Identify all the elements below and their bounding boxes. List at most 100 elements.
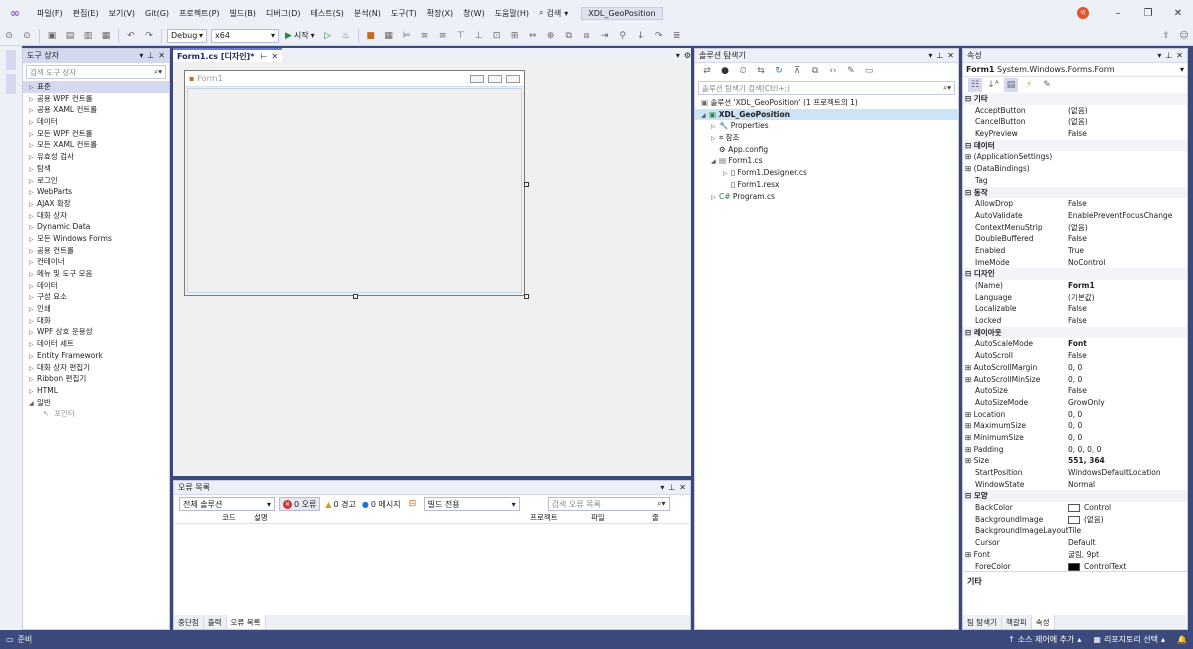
settings-icon[interactable]: ⚙ — [684, 51, 691, 60]
toolbox-category[interactable]: ▷ 모든 Windows Forms — [23, 233, 169, 245]
toolbox-category[interactable]: ▷ HTML — [23, 385, 169, 397]
property-row[interactable]: Locked False — [963, 315, 1187, 327]
property-row[interactable]: BackColor Control — [963, 502, 1187, 514]
toolbox-category[interactable]: ▷ Dynamic Data — [23, 221, 169, 233]
close-icon[interactable]: ✕ — [158, 51, 165, 60]
expand-icon[interactable]: ⊞ — [965, 410, 974, 419]
expand-icon[interactable]: ⊞ — [965, 375, 974, 384]
solution-node[interactable]: ▣ 솔루션 'XDL_GeoPosition' (1 프로젝트의 1) — [695, 97, 958, 109]
dropdown-icon[interactable]: ▾ — [676, 51, 680, 60]
search-menu[interactable]: ⌕ 검색 ▾ — [534, 8, 573, 19]
live-share-icon[interactable]: ⇪ — [1159, 29, 1173, 43]
switch-views-icon[interactable]: ⇆ — [754, 64, 768, 78]
menu-item[interactable]: 편집(E) — [68, 8, 104, 19]
close-button[interactable]: ✕ — [1163, 8, 1193, 19]
config-combo[interactable]: Debug ▾ — [167, 28, 207, 43]
resize-handle-right[interactable] — [524, 182, 529, 187]
property-category[interactable]: ⊟ 레이아웃 — [963, 326, 1187, 339]
menu-item[interactable]: 분석(N) — [349, 8, 386, 19]
property-row[interactable]: AutoValidate EnablePreventFocusChange — [963, 210, 1187, 222]
toolbox-category[interactable]: ▷ Entity Framework — [23, 350, 169, 362]
notification-icon[interactable]: 🔔 — [1177, 635, 1187, 644]
menu-item[interactable]: 프로젝트(P) — [174, 8, 225, 19]
customize-icon[interactable]: ≣ — [670, 29, 684, 43]
property-row[interactable]: (Name) Form1 — [963, 280, 1187, 292]
error-scope-combo[interactable]: 전체 솔루션 ▾ — [179, 497, 275, 511]
minimize-button[interactable]: – — [1103, 8, 1133, 19]
start-button[interactable]: ▶ 시작 ▾ — [285, 30, 315, 41]
expand-icon[interactable]: ⊞ — [965, 164, 974, 173]
tab-order-icon[interactable]: ⇥ — [598, 29, 612, 43]
align-top-icon[interactable]: ⊤ — [454, 29, 468, 43]
property-row[interactable]: AutoScaleMode Font — [963, 338, 1187, 350]
restore-button[interactable]: ❐ — [1133, 8, 1163, 19]
collapse-icon[interactable]: ⊟ — [965, 491, 974, 500]
pin-icon[interactable]: ⊥ — [668, 483, 675, 492]
refresh-icon[interactable]: ↻ — [772, 64, 786, 78]
back-icon[interactable]: ⊙ — [2, 29, 16, 43]
center-icon[interactable]: ⊕ — [544, 29, 558, 43]
events-icon[interactable]: ⚡ — [1022, 78, 1036, 92]
grid-icon[interactable]: ⊞ — [508, 29, 522, 43]
property-row[interactable]: ⊞ MaximumSize 0, 0 — [963, 420, 1187, 432]
categorized-icon[interactable]: ☷ — [968, 78, 982, 92]
toolbox-category[interactable]: ▷ 대화 상자 — [23, 210, 169, 222]
form1-designer-window[interactable]: ▪ Form1 — [184, 70, 525, 296]
bring-front-icon[interactable]: ⧉ — [562, 29, 576, 43]
property-row[interactable]: AutoScroll False — [963, 350, 1187, 362]
pin-icon[interactable]: ⊥ — [147, 51, 154, 60]
toolbox-category[interactable]: ▷ 표준 — [23, 81, 169, 93]
column-code[interactable]: 코드 — [222, 512, 254, 523]
column-file[interactable]: 파일 — [591, 512, 652, 523]
toolbox-category[interactable]: ▷ 데이터 세트 — [23, 338, 169, 350]
property-row[interactable]: ⊞ MinimumSize 0, 0 — [963, 432, 1187, 444]
sync-icon[interactable]: ⇄ — [700, 64, 714, 78]
menu-item[interactable]: 보기(V) — [104, 8, 140, 19]
close-icon[interactable]: ✕ — [271, 52, 278, 61]
menu-item[interactable]: 창(W) — [458, 8, 490, 19]
alphabetical-icon[interactable]: ↓ᴬ — [986, 78, 1000, 92]
resize-handle-bottom[interactable] — [353, 294, 358, 299]
tab-error-list[interactable]: 오류 목록 — [226, 615, 266, 629]
property-category[interactable]: ⊟ 데이터 — [963, 139, 1187, 152]
property-row[interactable]: DoubleBuffered False — [963, 233, 1187, 245]
expand-icon[interactable]: ⊞ — [965, 433, 974, 442]
toolbox-category[interactable]: ▷ 인쇄 — [23, 303, 169, 315]
error-list-search-input[interactable]: 검색 오류 목록 ⌕▾ — [547, 497, 670, 511]
property-category[interactable]: ⊟ 모양 — [963, 490, 1187, 503]
design-surface[interactable]: ▪ Form1 — [173, 62, 691, 476]
tab-breakpoints[interactable]: 중단점 — [174, 615, 204, 629]
align-bottom-icon[interactable]: ⊥ — [472, 29, 486, 43]
property-category[interactable]: ⊟ 디자인 — [963, 268, 1187, 280]
tab-bookmarks[interactable]: 책갈피 — [1002, 615, 1032, 629]
redo-icon[interactable]: ↷ — [142, 29, 156, 43]
tab-output[interactable]: 출력 — [204, 615, 227, 629]
lock-icon[interactable]: ⚲ — [616, 29, 630, 43]
toolbox-category[interactable]: ▷ Ribbon 편집기 — [23, 373, 169, 385]
close-icon[interactable]: ✕ — [947, 51, 954, 60]
program-cs-node[interactable]: ▷ C# Program.cs — [695, 191, 958, 203]
toolbox-category[interactable]: ▷ 대화 상자 편집기 — [23, 362, 169, 374]
toolbox-category[interactable]: ▷ 모든 XAML 컨트롤 — [23, 139, 169, 151]
toolbox-category[interactable]: ▷ 데이터 — [23, 116, 169, 128]
expand-icon[interactable]: ⊞ — [965, 456, 974, 465]
toolbox-category[interactable]: ▷ 공용 WPF 컨트롤 — [23, 93, 169, 105]
property-row[interactable]: Localizable False — [963, 303, 1187, 315]
property-row[interactable]: BackgroundImage (없음) — [963, 514, 1187, 526]
property-row[interactable]: AutoSize False — [963, 385, 1187, 397]
pin-icon[interactable]: ⊥ — [1165, 51, 1172, 60]
property-row[interactable]: KeyPreview False — [963, 128, 1187, 140]
property-row[interactable]: StartPosition WindowsDefaultLocation — [963, 467, 1187, 479]
toolbox-category[interactable]: ◢ 일반 — [23, 397, 169, 409]
solution-search-input[interactable]: 솔루션 탐색기 검색(Ctrl+;) ⌕▾ — [698, 81, 955, 95]
preview-icon[interactable]: ▭ — [862, 64, 876, 78]
warnings-filter-button[interactable]: ▲ 0 경고 — [322, 497, 359, 511]
build-filter-combo[interactable]: 빌드 전용 ▾ — [423, 497, 520, 511]
save-all-icon[interactable]: ▦ — [99, 29, 113, 43]
dropdown-icon[interactable]: ▾ — [660, 483, 664, 492]
open-icon[interactable]: ▤ — [63, 29, 77, 43]
toolbox-icon[interactable]: ■ — [364, 29, 378, 43]
filter-icon[interactable]: ⊟ — [406, 497, 420, 511]
home-icon[interactable]: ● — [718, 64, 732, 78]
expand-icon[interactable]: ⊞ — [965, 445, 974, 454]
